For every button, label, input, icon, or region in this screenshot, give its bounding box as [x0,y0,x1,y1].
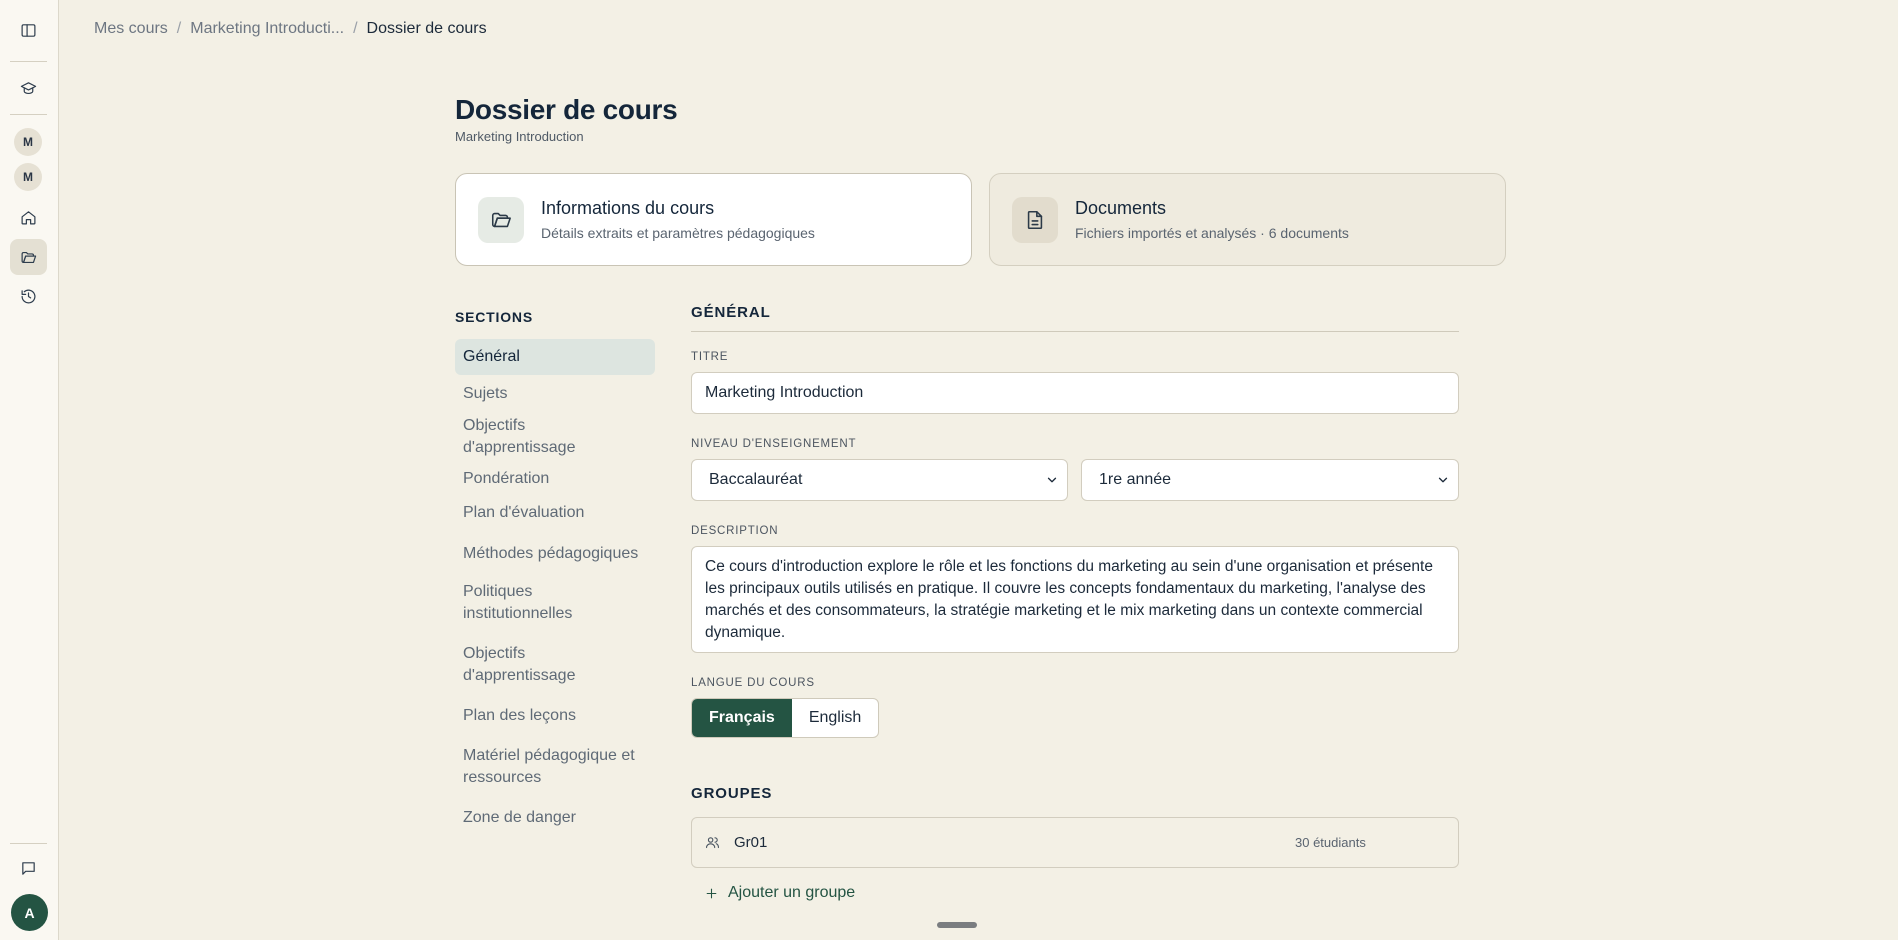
graduation-cap-icon[interactable] [10,70,47,106]
user-avatar[interactable]: A [11,894,48,931]
section-item-plan-lecons[interactable]: Plan des leçons [455,705,655,727]
card-subtitle: Fichiers importés et analysés · 6 docume… [1075,225,1349,241]
sections-heading: SECTIONS [455,309,533,325]
description-textarea[interactable]: Ce cours d'introduction explore le rôle … [691,546,1459,653]
breadcrumb: Mes cours / Marketing Introducti... / Do… [94,20,487,38]
breadcrumb-separator: / [353,20,358,37]
rail-divider [10,114,47,115]
users-icon [706,837,719,849]
level-label: NIVEAU D'ENSEIGNEMENT [691,438,857,450]
title-input[interactable]: Marketing Introduction [691,372,1459,414]
group-name: Gr01 [734,834,768,851]
chevron-down-icon [1438,477,1448,483]
course-avatar-m[interactable]: M [14,128,42,156]
section-item-sujets[interactable]: Sujets [455,383,655,405]
left-rail: M M A [0,0,59,940]
year-select[interactable]: 1re année [1081,459,1459,501]
breadcrumb-item-course[interactable]: Marketing Introducti... [190,20,344,38]
file-text-icon [1012,196,1058,243]
group-student-count: 30 étudiants [1295,835,1366,850]
page-subtitle: Marketing Introduction [455,129,584,144]
groups-heading: GROUPES [691,785,773,802]
home-icon[interactable] [10,199,47,235]
description-label: DESCRIPTION [691,525,779,537]
card-subtitle: Détails extraits et paramètres pédagogiq… [541,225,815,241]
breadcrumb-separator: / [176,20,182,37]
add-group-label: Ajouter un groupe [728,884,856,901]
breadcrumb-item-current: Dossier de cours [366,20,487,37]
year-select-value: 1re année [1099,471,1172,488]
message-square-icon[interactable] [10,850,47,886]
section-item-objectifs[interactable]: Objectifs d'apprentissage [455,415,595,459]
plus-icon [706,888,717,898]
rail-divider [10,61,47,62]
add-group-button[interactable]: Ajouter un groupe [705,884,855,902]
level-select[interactable]: Baccalauréat [691,459,1068,501]
section-item-plan-evaluation[interactable]: Plan d'évaluation [455,502,655,524]
chevron-down-icon [1047,477,1057,483]
breadcrumb-item-courses[interactable]: Mes cours [94,20,168,38]
language-option-english[interactable]: English [792,699,878,737]
section-item-politiques[interactable]: Politiques institutionnelles [455,581,595,625]
sidebar-toggle-icon[interactable] [10,12,47,48]
sections-nav: Général Sujets Objectifs d'apprentissage… [455,339,655,829]
rail-divider [10,843,47,844]
page-title: Dossier de cours [455,94,678,125]
documents-card[interactable]: Documents Fichiers importés et analysés … [989,173,1506,266]
heading-divider [691,331,1459,332]
group-row[interactable]: Gr01 30 étudiants [691,817,1459,868]
folder-open-icon [478,196,524,243]
course-info-card[interactable]: Informations du cours Détails extraits e… [455,173,972,266]
scroll-handle[interactable] [937,922,977,928]
language-option-francais[interactable]: Français [692,699,792,737]
history-icon[interactable] [10,278,47,314]
card-title: Documents [1075,198,1167,218]
card-title: Informations du cours [541,198,715,218]
section-item-objectifs-2[interactable]: Objectifs d'apprentissage [455,643,595,687]
title-label: TITRE [691,351,729,363]
language-label: LANGUE DU COURS [691,677,815,689]
section-item-materiel[interactable]: Matériel pédagogique et ressources [455,745,655,789]
general-heading: GÉNÉRAL [691,304,771,321]
course-avatar-m[interactable]: M [14,163,42,191]
section-item-zone-danger[interactable]: Zone de danger [455,807,655,829]
section-item-ponderation[interactable]: Pondération [455,468,655,490]
folder-open-icon[interactable] [10,239,47,275]
section-item-general[interactable]: Général [455,339,655,375]
language-toggle: Français English [691,698,880,738]
section-item-methodes[interactable]: Méthodes pédagogiques [455,543,655,565]
level-select-value: Baccalauréat [709,471,803,488]
